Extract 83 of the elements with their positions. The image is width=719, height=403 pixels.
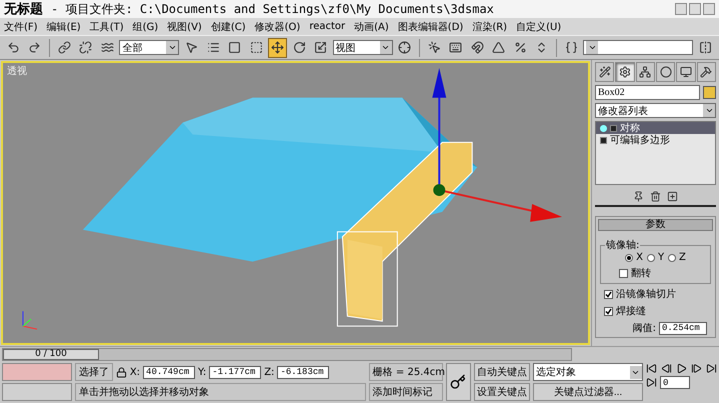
menu-item[interactable]: 修改器(O) xyxy=(254,20,310,34)
set-key-button[interactable]: 设置关键点 xyxy=(474,383,530,401)
close-button[interactable] xyxy=(703,3,715,15)
go-to-start-icon[interactable] xyxy=(646,363,657,374)
stack-item[interactable]: 可编辑多边形 xyxy=(596,134,715,146)
radio-label: Z xyxy=(679,252,686,263)
menu-item[interactable]: 动画(A) xyxy=(354,20,398,34)
checkbox-label: 翻转 xyxy=(631,266,651,280)
radio-label: Y xyxy=(658,252,664,263)
radio-button[interactable] xyxy=(646,254,655,262)
y-label: Y: xyxy=(198,366,206,378)
script-output-field[interactable] xyxy=(2,383,72,401)
lock-icon[interactable] xyxy=(116,366,127,378)
x-field[interactable]: 40.749cm xyxy=(143,366,196,378)
menu-item[interactable]: 文件(F) xyxy=(4,20,47,34)
menu-item[interactable]: 组(G) xyxy=(132,20,168,34)
trash-icon[interactable] xyxy=(650,191,661,202)
radio-button[interactable] xyxy=(625,254,634,262)
key-icon[interactable] xyxy=(446,363,471,401)
caret-icon xyxy=(380,41,392,54)
dropdown[interactable]: 全部 xyxy=(119,40,180,55)
threshold-field[interactable]: 0.254cm xyxy=(659,322,707,334)
menu-item[interactable]: 工具(T) xyxy=(90,20,133,34)
play-icon[interactable] xyxy=(676,363,687,374)
radio-label: X xyxy=(636,252,643,263)
checkbox-label: 沿镜像轴切片 xyxy=(616,288,676,301)
caret-icon xyxy=(703,104,715,117)
checkbox[interactable] xyxy=(604,290,613,298)
stack-item[interactable]: 对称 xyxy=(596,122,715,134)
go-to-end-icon[interactable] xyxy=(706,363,717,374)
caret-icon xyxy=(586,41,598,54)
menu-item[interactable]: 渲染(R) xyxy=(472,20,516,34)
move-tool-icon[interactable] xyxy=(268,38,287,58)
minimize-button[interactable] xyxy=(675,3,687,15)
next-frame-icon[interactable] xyxy=(690,363,702,374)
caret-icon xyxy=(166,41,178,54)
key-filter-dropdown[interactable]: 选定对象 xyxy=(532,363,643,381)
key-mode-icon[interactable] xyxy=(646,377,657,388)
z-label: Z: xyxy=(264,366,274,378)
x-label: X: xyxy=(130,366,140,378)
configure-icon[interactable] xyxy=(667,191,678,202)
window-title: 无标题 xyxy=(4,1,43,18)
object-name-field[interactable]: Box02 xyxy=(595,85,700,100)
axis-tripod-icon xyxy=(22,310,38,330)
caret-icon xyxy=(630,366,642,378)
y-field[interactable]: -1.177cm xyxy=(209,366,262,378)
checkbox-label: 焊接缝 xyxy=(616,304,646,318)
menu-item[interactable]: reactor xyxy=(309,21,354,32)
hierarchy-tab-icon[interactable] xyxy=(636,62,655,82)
add-time-tag[interactable]: 添加时间标记 xyxy=(368,383,443,401)
frame-field[interactable]: 0 xyxy=(660,376,690,389)
previous-frame-icon[interactable] xyxy=(660,363,672,374)
create-tab-icon[interactable] xyxy=(595,62,614,82)
menu-item[interactable]: 视图(V) xyxy=(167,20,211,34)
dropdown[interactable] xyxy=(583,40,694,55)
radio-button[interactable] xyxy=(668,254,676,262)
time-slider[interactable]: 0 / 100 xyxy=(2,348,572,360)
motion-tab-icon[interactable] xyxy=(656,62,676,82)
auto-key-button[interactable]: 自动关键点 xyxy=(474,363,530,381)
key-filters-button[interactable]: 关键点过滤器... xyxy=(532,383,643,401)
menu-item[interactable]: 编辑(E) xyxy=(46,20,90,34)
z-field[interactable]: -6.183cm xyxy=(277,366,330,378)
script-listener-field[interactable] xyxy=(2,363,72,381)
modify-tab-icon[interactable] xyxy=(615,62,635,82)
checkbox[interactable] xyxy=(619,268,628,278)
modifier-list-dropdown[interactable]: 修改器列表 xyxy=(595,103,716,118)
menu-item[interactable]: 图表编辑器(D) xyxy=(398,20,472,34)
project-path: - 项目文件夹: C:\Documents and Settings\zf0\My Documents\3dsmax xyxy=(51,0,494,18)
display-tab-icon[interactable] xyxy=(676,62,696,82)
group-label: 镜像轴: xyxy=(605,238,640,252)
dropdown[interactable]: 视图 xyxy=(332,40,393,55)
color-swatch[interactable] xyxy=(703,86,716,99)
menu-item[interactable]: 创建(C) xyxy=(210,20,255,34)
rollout-header[interactable]: 参数 xyxy=(598,219,713,231)
pin-icon[interactable] xyxy=(633,191,644,202)
maximize-button[interactable] xyxy=(689,3,701,15)
utilities-tab-icon[interactable] xyxy=(696,62,716,82)
selection-status: 选择了 xyxy=(74,363,113,381)
menu-item[interactable]: 自定义(U) xyxy=(516,20,570,34)
time-slider-thumb[interactable]: 0 / 100 xyxy=(3,348,99,360)
threshold-label: 阈值: xyxy=(632,322,656,335)
grid-size: 栅格 = 25.4cm xyxy=(368,363,443,381)
checkbox[interactable] xyxy=(604,306,613,316)
